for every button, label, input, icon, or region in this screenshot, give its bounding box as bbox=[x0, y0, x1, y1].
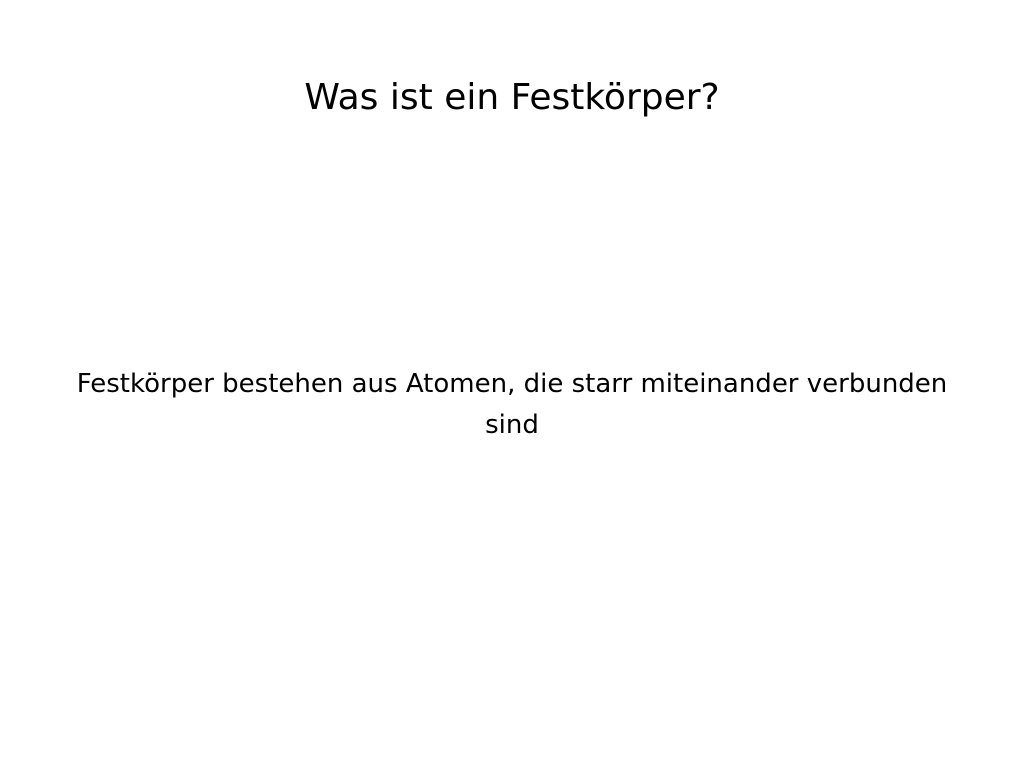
slide-title: Was ist ein Festkörper? bbox=[304, 77, 720, 118]
presentation-slide: Was ist ein Festkörper? Festkörper beste… bbox=[0, 0, 1024, 768]
slide-body-text: Festkörper bestehen aus Atomen, die star… bbox=[76, 369, 948, 440]
